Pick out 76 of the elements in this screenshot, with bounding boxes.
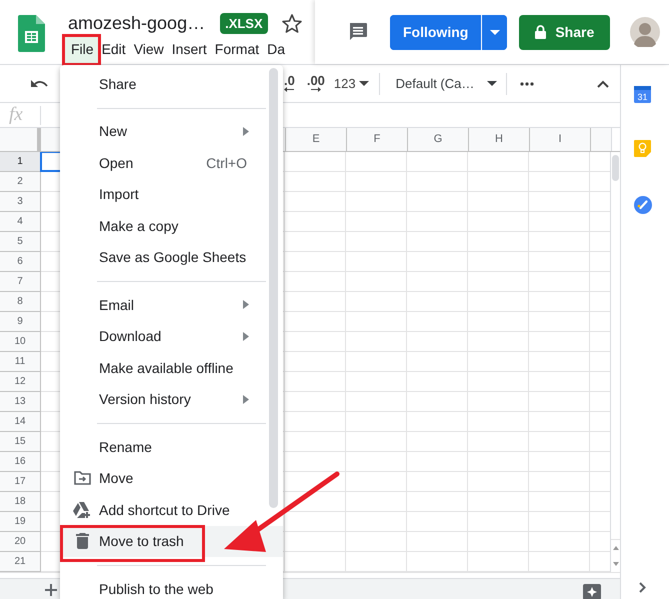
row-header[interactable]: 7 [0, 272, 41, 292]
menu-item[interactable]: Make a copy [60, 210, 283, 242]
row-header[interactable]: 8 [0, 292, 41, 312]
scrollbar-thumb[interactable] [612, 155, 619, 181]
left-arrow-icon [284, 87, 294, 92]
increase-decimals-button[interactable]: .00 [306, 75, 325, 92]
row-header[interactable]: 15 [0, 432, 41, 452]
vertical-scrollbar[interactable] [610, 152, 620, 572]
lock-icon [535, 25, 546, 39]
trash-icon [76, 533, 88, 550]
caret-icon [490, 30, 500, 34]
follow-dropdown-button[interactable] [481, 14, 508, 50]
undo-icon[interactable] [31, 79, 48, 88]
file-type-badge: .XLSX [220, 12, 268, 34]
formula-label: fx [0, 106, 41, 124]
menu-item[interactable]: Rename [60, 431, 283, 462]
calendar-icon[interactable]: 31 [634, 86, 651, 103]
menu-item[interactable]: Make available offline [60, 352, 283, 384]
row-header[interactable]: 9 [0, 312, 41, 332]
caret-icon [358, 81, 369, 86]
row-header[interactable]: 20 [0, 532, 41, 552]
row-header[interactable]: 14 [0, 412, 41, 432]
menu-bar-item[interactable]: File [62, 34, 101, 66]
menu-item[interactable]: Email [60, 289, 283, 320]
chevron-up-icon[interactable] [597, 80, 609, 88]
row-header[interactable]: 18 [0, 492, 41, 512]
check-circle-icon[interactable] [634, 196, 652, 214]
up-arrow-icon [612, 546, 618, 550]
column-header[interactable]: F [346, 128, 407, 151]
row-header[interactable]: 19 [0, 512, 41, 532]
menu-item[interactable]: Open Ctrl+O [60, 147, 283, 178]
menu-item[interactable]: Share [60, 68, 283, 100]
column-header[interactable]: G [407, 128, 468, 151]
explore-icon[interactable] [583, 584, 601, 599]
row-header[interactable]: 5 [0, 232, 41, 252]
menu-scrollbar[interactable] [269, 68, 278, 508]
row-header[interactable]: 13 [0, 392, 41, 412]
menu-item[interactable]: Save as Google Sheets [60, 242, 283, 273]
document-title[interactable]: amozesh-goog… [68, 12, 206, 34]
menu-item[interactable]: Publish to the web [60, 573, 283, 599]
row-header[interactable]: 3 [0, 192, 41, 212]
row-header[interactable]: 21 [0, 552, 41, 572]
column-header[interactable]: I [529, 128, 590, 151]
avatar[interactable] [630, 17, 660, 47]
row-header[interactable]: 16 [0, 452, 41, 472]
star-icon[interactable] [282, 14, 302, 32]
decrease-decimals-button[interactable]: .0 [284, 75, 295, 92]
caret-icon [487, 81, 498, 86]
menu-item[interactable]: New [60, 116, 283, 147]
row-header[interactable]: 1 [0, 152, 41, 172]
row-header[interactable]: 2 [0, 172, 41, 192]
row-header[interactable]: 4 [0, 212, 41, 232]
down-arrow-icon [612, 562, 618, 566]
menu-item[interactable]: Version history [60, 384, 283, 415]
drive-plus-icon [73, 502, 91, 518]
column-header[interactable]: E [285, 128, 346, 151]
chevron-right-icon[interactable] [639, 582, 646, 593]
column-header[interactable]: H [468, 128, 529, 151]
menu-item[interactable]: Add shortcut to Drive [60, 494, 283, 526]
menu-item[interactable]: Import [60, 178, 283, 210]
row-header[interactable]: 17 [0, 472, 41, 492]
menu-item[interactable]: Move [60, 462, 283, 494]
font-dropdown[interactable]: Default (Ca… [396, 76, 498, 91]
row-header[interactable]: 12 [0, 372, 41, 392]
comment-icon[interactable] [348, 22, 368, 42]
more-icon[interactable] [520, 82, 534, 86]
menu-item[interactable]: Download [60, 320, 283, 352]
right-arrow-icon [310, 87, 321, 92]
number-format-button[interactable]: 123 [334, 76, 369, 91]
share-button[interactable]: Share [519, 14, 610, 50]
row-header[interactable]: 11 [0, 352, 41, 372]
spreadsheet-logo-icon[interactable] [18, 15, 45, 52]
folder-arrow-icon [74, 471, 90, 486]
plus-icon[interactable] [45, 584, 57, 596]
row-header[interactable]: 6 [0, 252, 41, 272]
row-header[interactable]: 10 [0, 332, 41, 352]
